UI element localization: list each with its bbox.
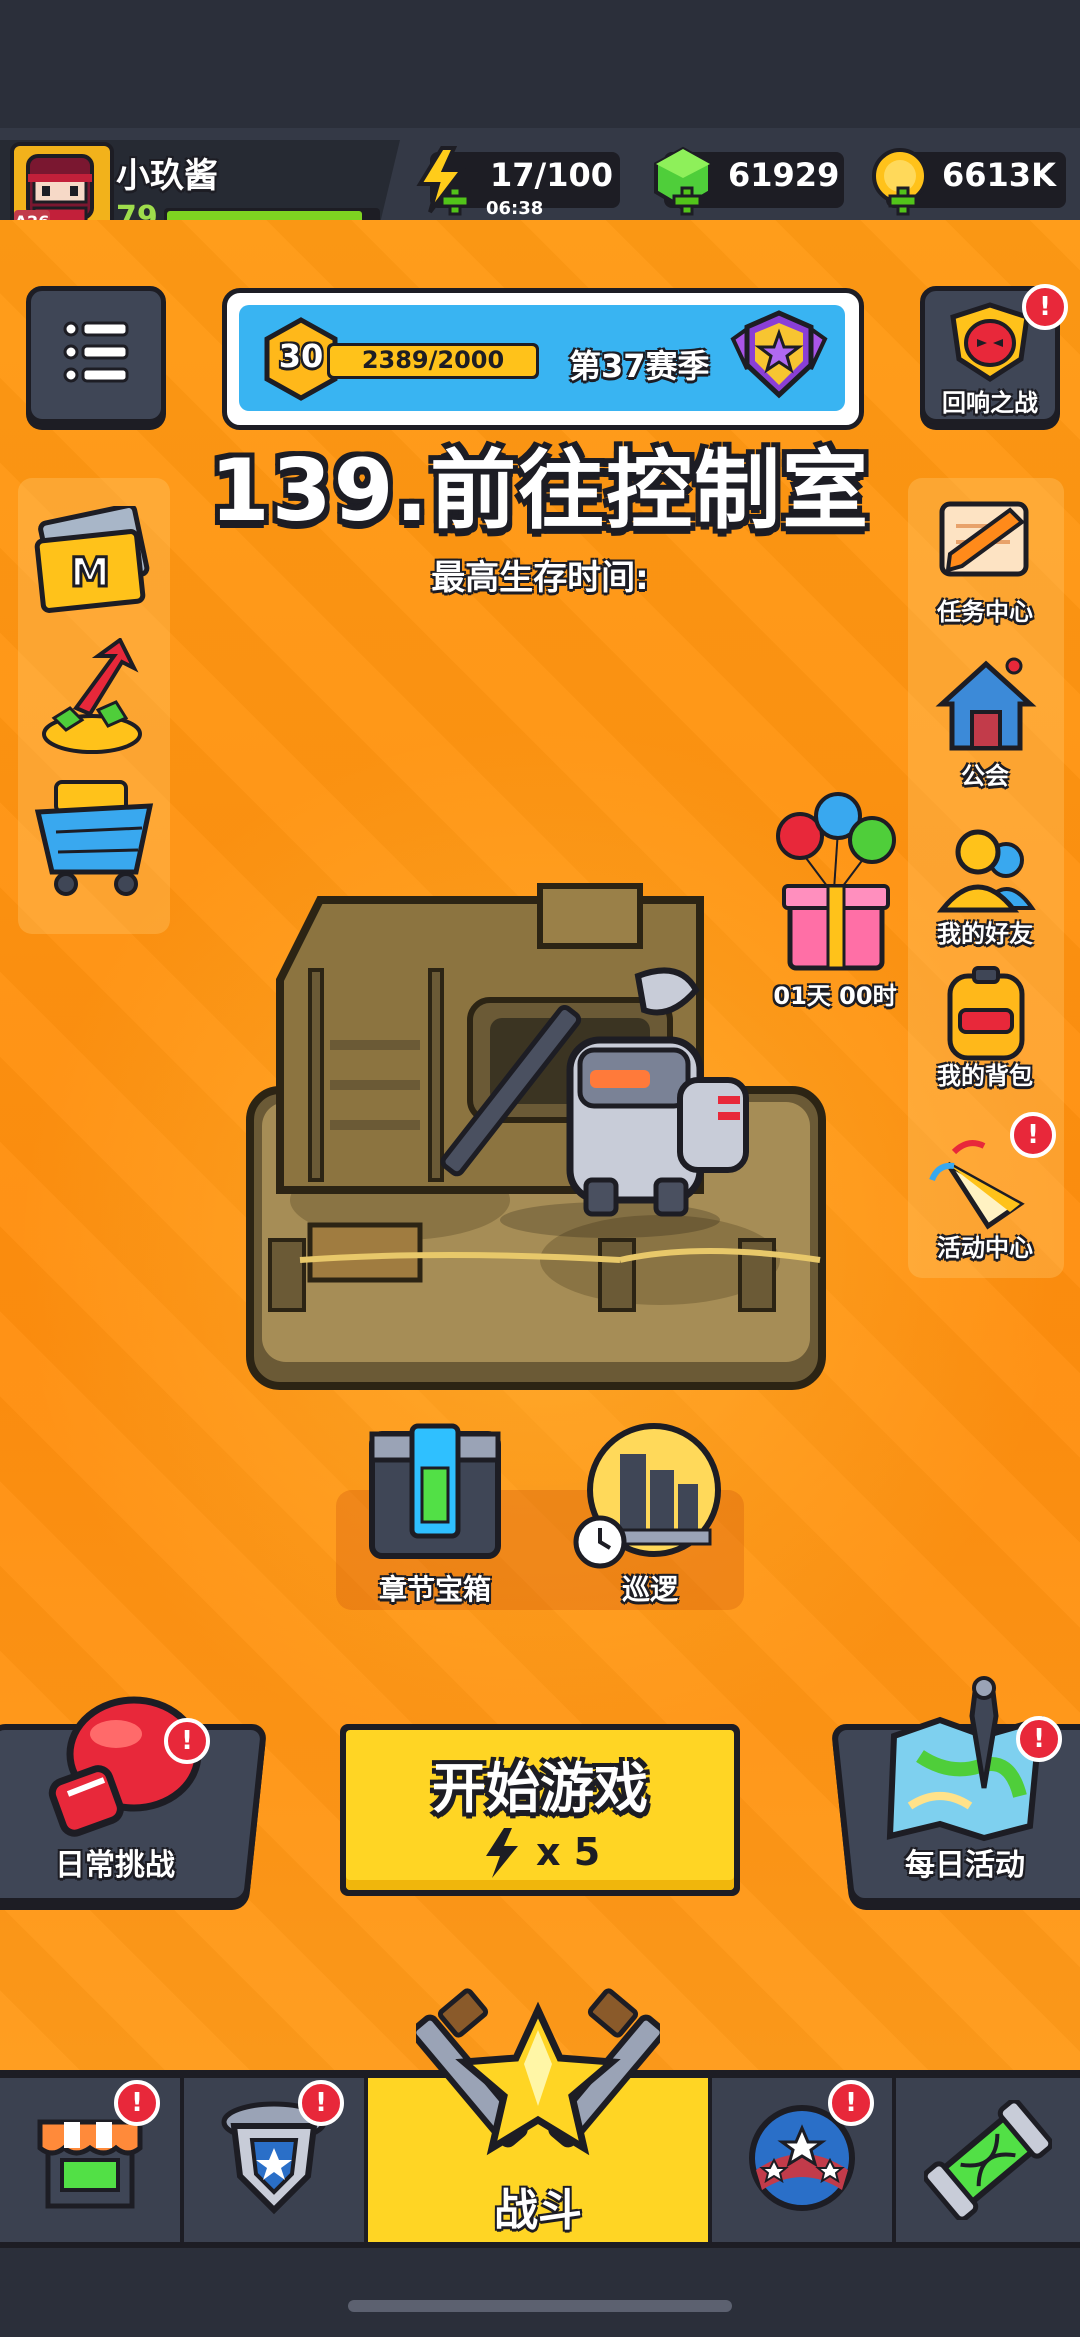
backpack-label: 我的背包 [937, 1062, 1033, 1090]
chapter-chest-button[interactable]: 章节宝箱 [350, 1420, 520, 1606]
guild-label: 公会 [961, 762, 1009, 790]
daily-challenge-label: 日常挑战 [55, 1848, 175, 1883]
growth-fund-icon[interactable] [36, 638, 148, 756]
monthly-card-icon[interactable]: M [30, 506, 154, 616]
energy-value: 17/100 [490, 156, 614, 194]
backpack-icon [947, 966, 1025, 1061]
energy-timer: 06:38 [486, 198, 544, 219]
dna-capsule-icon [924, 2100, 1052, 2220]
start-game-cost: x 5 [536, 1830, 601, 1874]
season-pass-panel[interactable]: 30 2389/2000 第37赛季 [222, 288, 864, 430]
gem-add-icon[interactable] [672, 186, 702, 216]
season-rank-emblem-icon [730, 310, 828, 399]
boxing-glove-icon [48, 1696, 202, 1837]
daily-activity-notification-badge: ! [1016, 1716, 1062, 1762]
start-game-button[interactable]: 开始游戏 x 5 [340, 1724, 740, 1896]
scroll-pencil-icon [939, 501, 1029, 577]
energy-add-icon[interactable] [440, 186, 470, 216]
nav-evolution-tab[interactable] [896, 2078, 1080, 2242]
daily-challenge-notification-badge: ! [164, 1718, 210, 1764]
chapter-chest-label: 章节宝箱 [378, 1573, 491, 1606]
status-area [0, 0, 1080, 130]
home-indicator[interactable] [348, 2300, 732, 2312]
friends-button[interactable]: 我的好友 [920, 818, 1050, 952]
echo-battle-notification-badge: ! [1022, 284, 1068, 330]
energy-cost-icon [486, 1828, 518, 1878]
season-progress-bar: 2389/2000 [327, 343, 539, 379]
friends-people-icon [936, 829, 1036, 913]
nav-shop-notification-badge: ! [114, 2080, 160, 2126]
friends-label: 我的好友 [937, 920, 1033, 948]
daily-activity-label: 每日活动 [905, 1848, 1025, 1883]
echo-battle-label: 回响之战 [942, 389, 1038, 417]
coin-add-icon[interactable] [888, 186, 918, 216]
chapter-chest-icon [369, 1423, 501, 1559]
patrol-button[interactable]: 巡逻 [570, 1420, 730, 1606]
gem-value: 61929 [728, 156, 840, 194]
event-center-label: 活动中心 [937, 1234, 1033, 1262]
nav-talent-notification-badge: ! [828, 2080, 874, 2126]
svg-text:M: M [70, 550, 110, 596]
demon-shield-icon [950, 302, 1030, 382]
season-label: 第37赛季 [569, 347, 710, 385]
guild-button[interactable]: 公会 [920, 656, 1050, 790]
start-game-label: 开始游戏 [432, 1757, 648, 1820]
control-room-diorama [246, 883, 826, 1390]
list-menu-icon [63, 321, 129, 383]
nav-equipment-notification-badge: ! [298, 2080, 344, 2126]
guild-house-icon [935, 657, 1037, 751]
game-screen: { "player": {"name": "小玖酱", "level": "79… [0, 0, 1080, 2337]
coin-value: 6613K [942, 156, 1056, 194]
menu-button[interactable] [26, 286, 166, 424]
patrol-label: 巡逻 [621, 1573, 678, 1606]
task-center-button[interactable]: 任务中心 [920, 494, 1050, 628]
home-indicator-area [0, 2248, 1080, 2337]
patrol-city-icon [573, 1423, 721, 1569]
season-progress-text: 2389/2000 [361, 346, 505, 374]
backpack-button[interactable]: 我的背包 [920, 964, 1050, 1098]
battle-star-swords-icon [416, 1988, 660, 2156]
player-name: 小玖酱 [116, 156, 218, 196]
event-center-notification-badge: ! [1010, 1112, 1056, 1158]
shop-cart-icon[interactable] [32, 776, 156, 900]
task-center-label: 任务中心 [937, 598, 1033, 626]
